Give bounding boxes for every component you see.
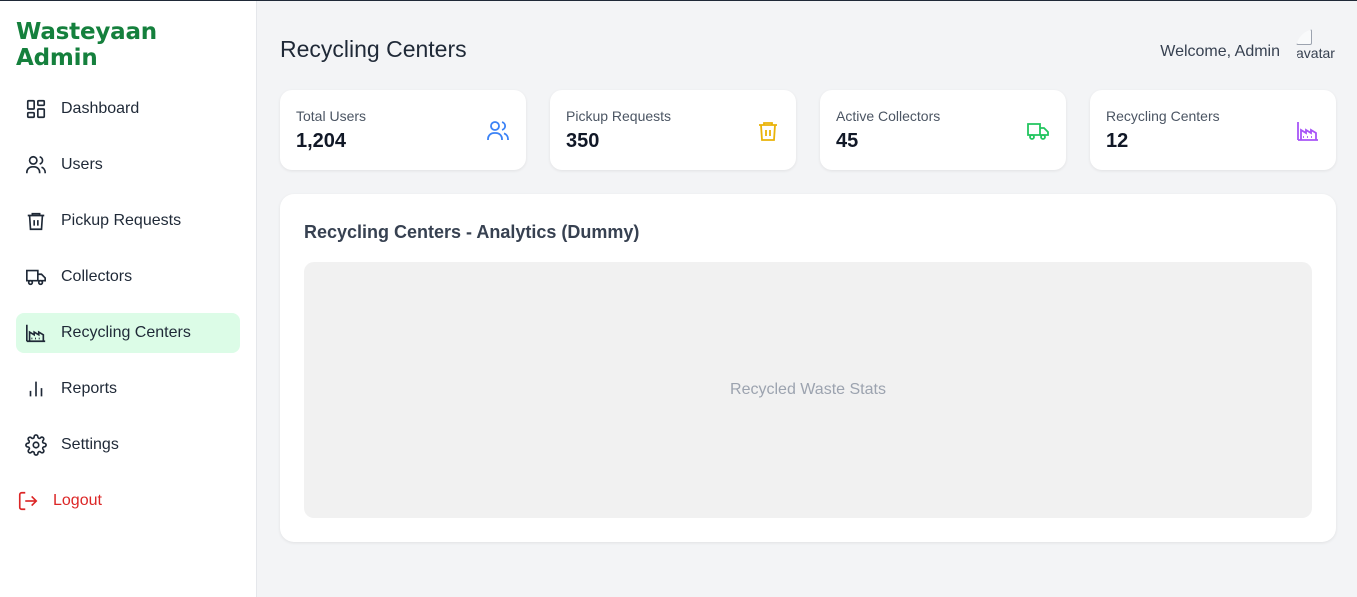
sidebar-item-label: Settings xyxy=(61,436,119,453)
placeholder-text: Recycled Waste Stats xyxy=(730,381,886,398)
sidebar-item-collectors[interactable]: Collectors xyxy=(16,257,240,297)
stat-card-active-collectors: Active Collectors 45 xyxy=(820,90,1066,170)
sidebar-item-label: Recycling Centers xyxy=(61,324,191,341)
logout-label: Logout xyxy=(53,492,102,509)
sidebar-item-users[interactable]: Users xyxy=(16,145,240,185)
stat-label: Recycling Centers xyxy=(1106,107,1220,124)
brand-title: Wasteyaan Admin xyxy=(16,19,157,71)
trash-icon xyxy=(24,209,48,233)
sidebar-item-label: Pickup Requests xyxy=(61,212,182,229)
stat-card-pickup-requests: Pickup Requests 350 xyxy=(550,90,796,170)
factory-icon xyxy=(24,321,48,345)
panel-title: Recycling Centers - Analytics (Dummy) xyxy=(304,222,640,242)
main-content: Recycling Centers Welcome, Admin avatar … xyxy=(257,1,1357,597)
avatar[interactable]: avatar xyxy=(1296,29,1336,69)
dashboard-icon xyxy=(24,97,48,121)
stat-value: 12 xyxy=(1106,129,1129,152)
stat-card-total-users: Total Users 1,204 xyxy=(280,90,526,170)
stat-value: 1,204 xyxy=(296,129,347,152)
bar-chart-icon xyxy=(24,377,48,401)
sidebar-nav: Dashboard Users Pickup Requests Collecto… xyxy=(16,89,240,521)
sidebar-item-pickup-requests[interactable]: Pickup Requests xyxy=(16,201,240,241)
gear-icon xyxy=(24,433,48,457)
users-icon xyxy=(24,153,48,177)
logout-icon xyxy=(16,489,40,513)
analytics-panel: Recycling Centers - Analytics (Dummy) Re… xyxy=(280,194,1336,542)
header-user: Welcome, Admin avatar xyxy=(1160,29,1336,69)
logout-button[interactable]: Logout xyxy=(16,481,240,521)
users-icon xyxy=(486,119,510,143)
factory-icon xyxy=(1296,119,1320,143)
stat-value: 350 xyxy=(566,129,600,152)
sidebar: Wasteyaan Admin Dashboard Users Pickup R… xyxy=(0,1,257,597)
sidebar-item-label: Reports xyxy=(61,380,118,397)
sidebar-item-label: Collectors xyxy=(61,268,133,285)
welcome-text: Welcome, Admin xyxy=(1160,43,1280,60)
broken-image-icon xyxy=(1296,29,1312,45)
sidebar-item-settings[interactable]: Settings xyxy=(16,425,240,465)
stat-card-recycling-centers: Recycling Centers 12 xyxy=(1090,90,1336,170)
app-root: Wasteyaan Admin Dashboard Users Pickup R… xyxy=(0,0,1357,597)
sidebar-item-recycling-centers[interactable]: Recycling Centers xyxy=(16,313,240,353)
sidebar-item-reports[interactable]: Reports xyxy=(16,369,240,409)
truck-icon xyxy=(24,265,48,289)
stat-value: 45 xyxy=(836,129,859,152)
truck-icon xyxy=(1026,119,1050,143)
page-header: Recycling Centers Welcome, Admin avatar xyxy=(280,29,1336,89)
sidebar-item-dashboard[interactable]: Dashboard xyxy=(16,89,240,129)
stat-label: Total Users xyxy=(296,107,367,124)
page-title: Recycling Centers xyxy=(280,36,467,62)
avatar-alt-text: avatar xyxy=(1296,45,1335,61)
sidebar-item-label: Users xyxy=(61,156,103,173)
chart-placeholder: Recycled Waste Stats xyxy=(304,262,1312,518)
stat-label: Pickup Requests xyxy=(566,107,672,124)
stat-label: Active Collectors xyxy=(836,107,941,124)
trash-icon xyxy=(756,119,780,143)
sidebar-item-label: Dashboard xyxy=(61,100,140,117)
stats-row: Total Users 1,204 Pickup Requests 350 Ac… xyxy=(280,90,1336,170)
